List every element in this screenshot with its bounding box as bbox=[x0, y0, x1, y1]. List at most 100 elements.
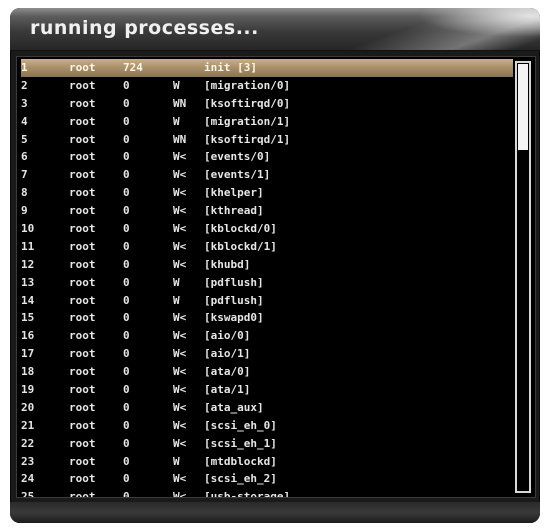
process-command: [events/1] bbox=[204, 168, 271, 182]
process-stat: W< bbox=[173, 347, 187, 361]
process-stat: W< bbox=[173, 383, 187, 397]
process-command: [ata/1] bbox=[204, 383, 251, 397]
window-title: running processes... bbox=[30, 17, 259, 39]
process-row[interactable]: 25 root 0 W< [usb-storage] bbox=[21, 488, 513, 497]
process-user: root bbox=[69, 347, 96, 361]
process-vm: 724 bbox=[123, 61, 143, 74]
process-user: root bbox=[69, 204, 96, 218]
process-command: [migration/1] bbox=[204, 114, 291, 128]
title-bar: running processes... bbox=[10, 8, 540, 51]
process-row[interactable]: 22 root 0 W< [scsi_eh_1] bbox=[21, 435, 513, 453]
process-pid: 9 bbox=[21, 204, 28, 218]
process-list-frame: 1 root 724 init [3] 2 root 0 W [migration/0] 3 roo… bbox=[16, 56, 536, 498]
process-pid: 20 bbox=[21, 400, 35, 414]
process-vm: 0 bbox=[123, 239, 130, 253]
process-pid: 23 bbox=[21, 454, 35, 468]
process-pid: 15 bbox=[21, 311, 35, 325]
process-command: [kswapd0] bbox=[204, 311, 264, 325]
process-row[interactable]: 19 root 0 W< [ata/1] bbox=[21, 381, 513, 399]
process-row[interactable]: 13 root 0 W [pdflush] bbox=[21, 274, 513, 292]
process-user: root bbox=[69, 311, 96, 325]
process-stat: W< bbox=[173, 222, 187, 236]
process-row[interactable]: 11 root 0 W< [kblockd/1] bbox=[21, 238, 513, 256]
process-pid: 17 bbox=[21, 347, 35, 361]
process-vm: 0 bbox=[123, 204, 130, 218]
process-row[interactable]: 3 root 0 WN [ksoftirqd/0] bbox=[21, 95, 513, 113]
scrollbar-thumb[interactable] bbox=[518, 64, 528, 150]
process-row[interactable]: 6 root 0 W< [events/0] bbox=[21, 148, 513, 166]
process-command: [scsi_eh_2] bbox=[204, 472, 277, 486]
process-row[interactable]: 12 root 0 W< [khubd] bbox=[21, 256, 513, 274]
process-command: [ata/0] bbox=[204, 365, 251, 379]
process-row[interactable]: 23 root 0 W [mtdblockd] bbox=[21, 453, 513, 471]
process-user: root bbox=[69, 418, 96, 432]
process-row[interactable]: 10 root 0 W< [kblockd/0] bbox=[21, 220, 513, 238]
process-stat: WN bbox=[173, 132, 187, 146]
process-stat: W< bbox=[173, 257, 187, 271]
process-user: root bbox=[69, 78, 96, 92]
process-row[interactable]: 4 root 0 W [migration/1] bbox=[21, 113, 513, 131]
process-stat: W bbox=[173, 293, 180, 307]
process-row[interactable]: 24 root 0 W< [scsi_eh_2] bbox=[21, 470, 513, 488]
process-vm: 0 bbox=[123, 329, 130, 343]
process-command: [kthread] bbox=[204, 204, 264, 218]
process-stat: WN bbox=[173, 96, 187, 110]
process-row[interactable]: 1 root 724 init [3] bbox=[21, 59, 513, 77]
process-vm: 0 bbox=[123, 222, 130, 236]
process-pid: 10 bbox=[21, 222, 35, 236]
process-user: root bbox=[69, 329, 96, 343]
process-command: [scsi_eh_0] bbox=[204, 418, 277, 432]
process-pid: 13 bbox=[21, 275, 35, 289]
process-command: [usb-storage] bbox=[204, 490, 291, 497]
process-vm: 0 bbox=[123, 490, 130, 497]
process-command: [khubd] bbox=[204, 257, 251, 271]
process-row[interactable]: 14 root 0 W [pdflush] bbox=[21, 292, 513, 310]
process-command: [migration/0] bbox=[204, 78, 291, 92]
process-command: [kblockd/0] bbox=[204, 222, 277, 236]
process-command: [mtdblockd] bbox=[204, 454, 277, 468]
process-vm: 0 bbox=[123, 132, 130, 146]
process-stat: W< bbox=[173, 329, 187, 343]
process-user: root bbox=[69, 436, 96, 450]
process-user: root bbox=[69, 168, 96, 182]
process-row[interactable]: 7 root 0 W< [events/1] bbox=[21, 166, 513, 184]
process-stat: W< bbox=[173, 168, 187, 182]
process-row[interactable]: 21 root 0 W< [scsi_eh_0] bbox=[21, 417, 513, 435]
process-command: [aio/0] bbox=[204, 329, 251, 343]
process-stat: W< bbox=[173, 150, 187, 164]
process-vm: 0 bbox=[123, 275, 130, 289]
process-vm: 0 bbox=[123, 365, 130, 379]
process-stat: W bbox=[173, 275, 180, 289]
process-command: [scsi_eh_1] bbox=[204, 436, 277, 450]
process-row[interactable]: 5 root 0 WN [ksoftirqd/1] bbox=[21, 131, 513, 149]
process-vm: 0 bbox=[123, 454, 130, 468]
process-row[interactable]: 2 root 0 W [migration/0] bbox=[21, 77, 513, 95]
scrollbar[interactable] bbox=[515, 61, 531, 493]
process-user: root bbox=[69, 222, 96, 236]
process-row[interactable]: 17 root 0 W< [aio/1] bbox=[21, 345, 513, 363]
process-vm: 0 bbox=[123, 400, 130, 414]
process-row[interactable]: 15 root 0 W< [kswapd0] bbox=[21, 309, 513, 327]
process-user: root bbox=[69, 275, 96, 289]
process-command: [kblockd/1] bbox=[204, 239, 277, 253]
process-vm: 0 bbox=[123, 347, 130, 361]
process-stat: W< bbox=[173, 400, 187, 414]
process-pid: 6 bbox=[21, 150, 28, 164]
process-pid: 25 bbox=[21, 490, 35, 497]
process-vm: 0 bbox=[123, 293, 130, 307]
process-command: [khelper] bbox=[204, 186, 264, 200]
process-pid: 14 bbox=[21, 293, 35, 307]
process-row[interactable]: 9 root 0 W< [kthread] bbox=[21, 202, 513, 220]
process-vm: 0 bbox=[123, 257, 130, 271]
process-user: root bbox=[69, 96, 96, 110]
process-row[interactable]: 18 root 0 W< [ata/0] bbox=[21, 363, 513, 381]
process-row[interactable]: 16 root 0 W< [aio/0] bbox=[21, 327, 513, 345]
process-stat: W< bbox=[173, 311, 187, 325]
process-list[interactable]: 1 root 724 init [3] 2 root 0 W [migration/0] 3 roo… bbox=[21, 59, 513, 497]
process-command: init [3] bbox=[204, 61, 257, 74]
process-row[interactable]: 20 root 0 W< [ata_aux] bbox=[21, 399, 513, 417]
process-command: [pdflush] bbox=[204, 275, 264, 289]
process-stat: W< bbox=[173, 418, 187, 432]
process-pid: 21 bbox=[21, 418, 35, 432]
process-row[interactable]: 8 root 0 W< [khelper] bbox=[21, 184, 513, 202]
